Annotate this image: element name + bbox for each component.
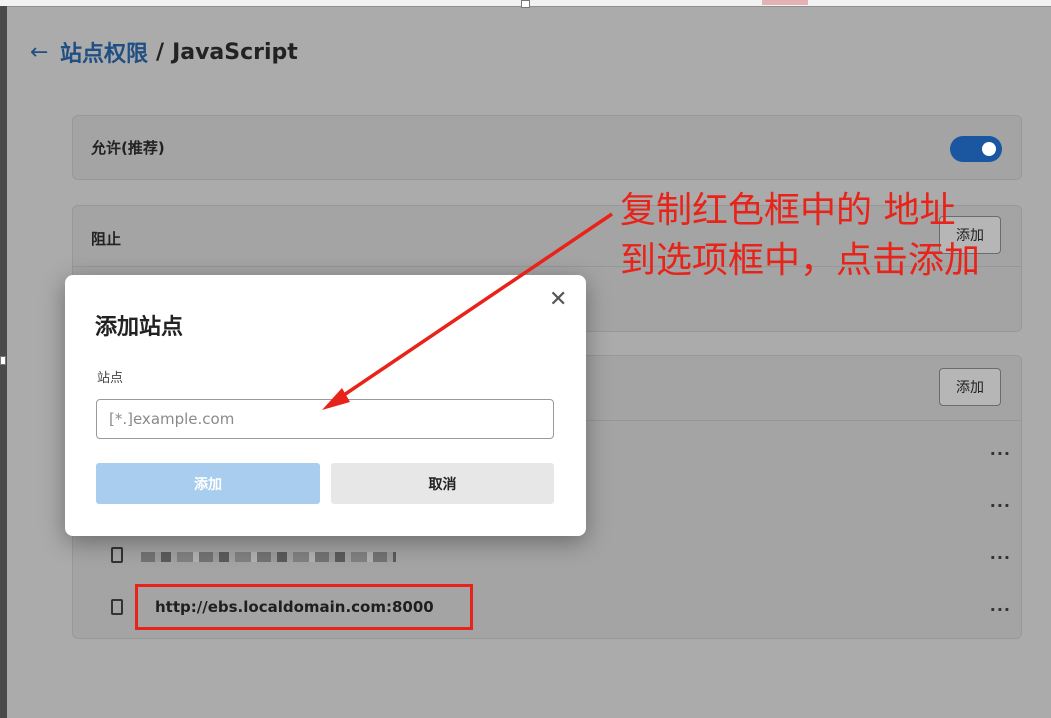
back-arrow-icon[interactable]: ←	[30, 40, 60, 65]
breadcrumb-site-permissions[interactable]: 站点权限	[60, 36, 148, 68]
red-highlight-box	[135, 584, 473, 630]
annotation-line-2: 到选项框中，点击添加	[620, 240, 981, 281]
file-icon	[111, 547, 123, 563]
toggle-knob	[982, 142, 996, 156]
more-options-button[interactable]: ...	[990, 596, 1011, 615]
more-options-button[interactable]: ...	[990, 492, 1011, 511]
dialog-add-button[interactable]: 添加	[96, 463, 320, 504]
top-color-fragment	[762, 0, 808, 5]
more-options-button[interactable]: ...	[990, 544, 1011, 563]
more-options-button[interactable]: ...	[990, 440, 1011, 459]
close-icon[interactable]: ✕	[549, 287, 567, 312]
site-input[interactable]	[96, 399, 554, 439]
allow-label: 允许(推荐)	[91, 139, 165, 157]
resize-handle-left[interactable]	[0, 356, 6, 365]
dialog-cancel-button[interactable]: 取消	[331, 463, 554, 504]
breadcrumb-separator: /	[156, 39, 165, 65]
annotation-line-1: 复制红色框中的 地址	[620, 190, 956, 231]
allow-toggle[interactable]	[950, 136, 1002, 162]
blurred-site-text	[141, 552, 396, 562]
file-icon	[111, 599, 123, 615]
list-item: ...	[111, 544, 1011, 574]
exceptions-add-button[interactable]: 添加	[939, 368, 1001, 406]
page-header: ← 站点权限 / JavaScript	[30, 32, 298, 72]
annotation-text: 复制红色框中的 地址 到选项框中，点击添加	[620, 186, 980, 286]
dialog-title: 添加站点	[95, 315, 184, 340]
resize-handle-top[interactable]	[521, 0, 530, 8]
allow-card: 允许(推荐)	[72, 115, 1022, 180]
add-site-dialog: 添加站点 ✕ 站点 添加 取消	[65, 275, 586, 536]
page-title: JavaScript	[172, 39, 298, 65]
site-field-label: 站点	[97, 371, 124, 386]
block-label: 阻止	[91, 230, 122, 248]
